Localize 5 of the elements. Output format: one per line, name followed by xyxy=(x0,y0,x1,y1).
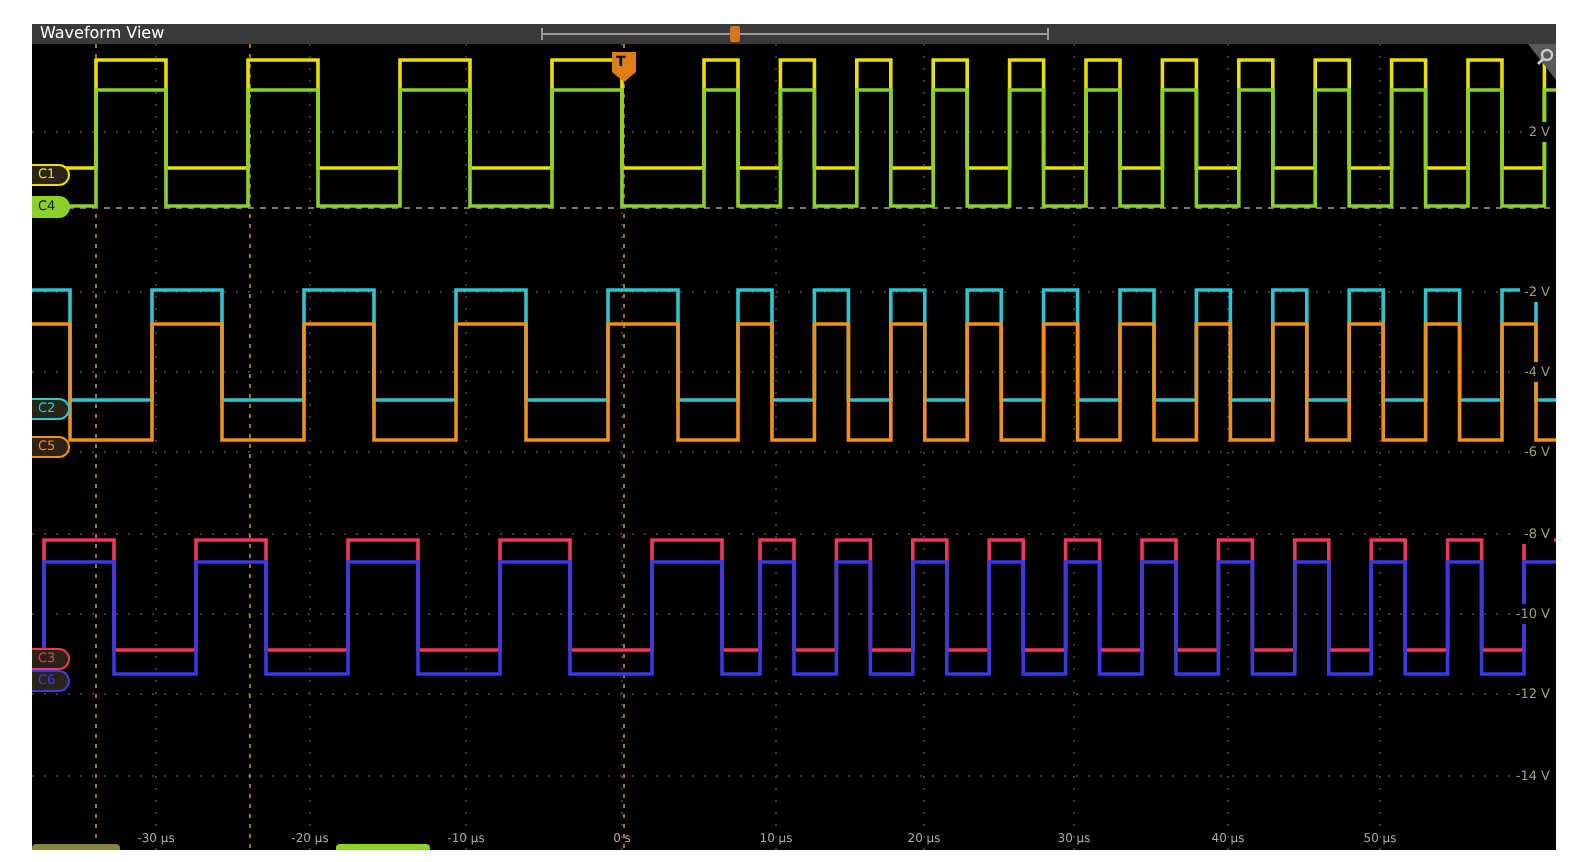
corner-tab[interactable] xyxy=(1528,44,1556,80)
timeline-overview[interactable] xyxy=(540,24,1052,44)
search-icon[interactable] xyxy=(1536,48,1554,66)
window-title: Waveform View xyxy=(38,24,165,44)
trigger-marker[interactable] xyxy=(612,52,636,82)
